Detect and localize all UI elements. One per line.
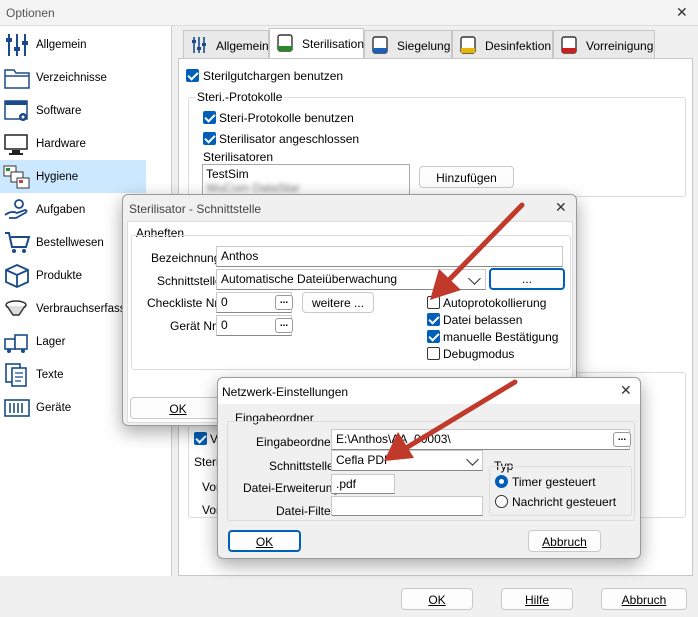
monitor-icon	[4, 134, 28, 155]
use-protocols-checkbox[interactable]	[203, 111, 216, 124]
cart-icon	[5, 232, 31, 253]
network-cancel-button[interactable]: Abbruch	[528, 530, 601, 552]
more-button[interactable]: weitere ...	[302, 292, 374, 313]
debug-label: Debugmodus	[443, 347, 515, 361]
lower-checkbox[interactable]	[194, 432, 207, 445]
sidebar-item-hardware[interactable]: Hardware	[0, 127, 172, 160]
tab-siegelung[interactable]: Siegelung	[364, 30, 452, 58]
network-ok-button[interactable]: OK	[228, 530, 301, 552]
connected-checkbox[interactable]	[203, 132, 216, 145]
extension-field[interactable]: .pdf	[331, 474, 395, 494]
interface-ok-button[interactable]: OK	[130, 397, 226, 419]
keep-file-checkbox[interactable]	[427, 313, 440, 326]
sidebar-item-software[interactable]: Software	[0, 94, 172, 127]
folder-field[interactable]: E:\Anthos\AA_00003\	[331, 429, 630, 450]
folder-dots-button[interactable]: ...	[613, 432, 631, 447]
tab-vorreinigung[interactable]: Vorreinigung	[553, 30, 655, 58]
sliders-icon	[192, 37, 206, 53]
auto-log-checkbox[interactable]	[427, 296, 440, 309]
devices-icon	[4, 399, 30, 417]
tab-sterilisation[interactable]: Sterilisation	[269, 28, 364, 58]
tab-desinfektion[interactable]: Desinfektion	[452, 30, 553, 58]
folder-icon	[4, 69, 30, 89]
sterilizers-label: Sterilisatoren	[203, 150, 274, 164]
network-interface-select[interactable]: Cefla PDF	[331, 450, 483, 471]
connected-label: Sterilisator angeschlossen	[219, 132, 360, 146]
interface-dots-button[interactable]: ...	[489, 268, 565, 290]
keep-file-label: Datei belassen	[443, 313, 523, 327]
hand-task-icon	[4, 199, 28, 219]
cancel-button[interactable]: Abbruch	[601, 588, 687, 610]
sliders-icon	[6, 34, 28, 56]
checklist-label: Checkliste Nr.	[147, 296, 222, 310]
name-label: Bezeichnung	[151, 251, 221, 265]
auto-log-label: Autoprotokollierung	[443, 296, 547, 310]
device-dots-button[interactable]: ...	[275, 318, 293, 333]
device-label: Gerät Nr.	[170, 319, 219, 333]
manual-confirm-label: manuelle Bestätigung	[443, 330, 559, 344]
filter-label: Datei-Filter	[276, 504, 335, 518]
message-radio[interactable]	[495, 495, 508, 508]
name-field[interactable]: Anthos	[216, 246, 563, 267]
extension-label: Datei-Erweiterung	[243, 481, 340, 495]
interface-label: Schnittstelle	[157, 274, 222, 288]
sterilisation-book-icon	[277, 34, 293, 52]
message-label: Nachricht gesteuert	[512, 495, 617, 509]
documents-icon	[5, 363, 27, 387]
network-dialog-title: Netzwerk-Einstellungen	[222, 385, 349, 399]
box-icon	[5, 264, 29, 288]
tab-allgemein[interactable]: Allgemein	[183, 30, 269, 58]
window-title: Optionen	[6, 6, 55, 20]
sidebar-item-allgemein[interactable]: Allgemein	[0, 28, 172, 61]
list-item[interactable]: WuCom DataStar	[206, 181, 300, 195]
protocols-group-label: Steri.-Protokolle	[195, 90, 285, 104]
software-gear-icon	[4, 100, 28, 121]
timer-radio[interactable]	[495, 475, 508, 488]
list-item[interactable]: TestSim	[206, 167, 249, 181]
help-button[interactable]: Hilfe	[501, 588, 573, 610]
sidebar-item-hygiene[interactable]: Hygiene	[0, 160, 146, 193]
interface-select[interactable]: Automatische Dateiüberwachung	[216, 269, 486, 290]
close-icon[interactable]: ✕	[555, 199, 567, 216]
use-protocols-label: Steri-Protokolle benutzen	[219, 111, 354, 125]
vorreinigung-book-icon	[561, 36, 577, 54]
checklist-dots-button[interactable]: ...	[275, 295, 293, 310]
siegelung-book-icon	[372, 36, 388, 54]
close-icon[interactable]: ✕	[676, 4, 688, 21]
interface-dialog-title: Sterilisator - Schnittstelle	[129, 202, 262, 216]
use-batches-label: Sterilgutchargen benutzen	[203, 69, 344, 83]
consumption-icon	[5, 300, 27, 316]
close-icon[interactable]: ✕	[620, 382, 632, 399]
ok-button[interactable]: OK	[401, 588, 473, 610]
network-dialog: Netzwerk-Einstellungen ✕ Eingabeordner E…	[217, 377, 641, 559]
window-titlebar: Optionen ✕	[0, 0, 698, 26]
add-sterilizer-button[interactable]: Hinzufügen	[419, 166, 514, 188]
network-interface-label: Schnittstelle	[269, 459, 334, 473]
hygiene-icon	[3, 165, 30, 189]
use-batches-checkbox[interactable]	[186, 69, 199, 82]
warehouse-icon	[4, 334, 28, 353]
debug-checkbox[interactable]	[427, 347, 440, 360]
folder-label: Eingabeordner	[256, 435, 335, 449]
sterilizers-list[interactable]: TestSim WuCom DataStar	[202, 164, 410, 198]
manual-confirm-checkbox[interactable]	[427, 330, 440, 343]
timer-label: Timer gesteuert	[512, 475, 596, 489]
filter-field[interactable]	[331, 496, 483, 516]
desinfektion-book-icon	[460, 36, 476, 54]
sidebar-item-verzeichnisse[interactable]: Verzeichnisse	[0, 61, 172, 94]
